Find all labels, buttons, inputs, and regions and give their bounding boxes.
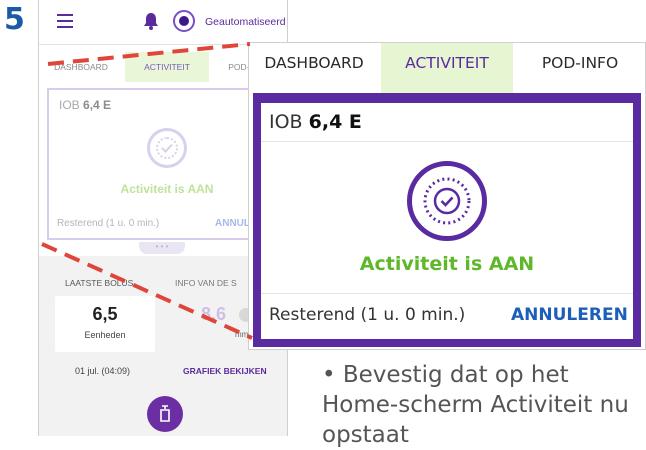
tab-dashboard[interactable]: DASHBOARD (39, 52, 123, 82)
bg-value: 8,6 (201, 304, 227, 324)
zoom-iob-value: 6,4 E (308, 111, 362, 133)
last-bolus-card: 6,5 Eenheden (55, 296, 155, 352)
zoom-activity-status: Activiteit is AAN (359, 253, 535, 275)
last-bolus-value: 6,5 (92, 304, 118, 324)
iob-label: IOB (59, 98, 80, 112)
zoom-tabs: DASHBOARD ACTIVITEIT POD-INFO (249, 43, 645, 93)
zoom-tab-pod-info[interactable]: POD-INFO (515, 43, 645, 93)
remaining-time: Resterend (1 u. 0 min.) (57, 218, 160, 229)
zoom-remaining-time: Resterend (1 u. 0 min.) (269, 305, 466, 325)
divider (261, 293, 633, 294)
bell-icon[interactable] (143, 12, 159, 30)
step-number: 5 (4, 2, 25, 37)
bolus-drop-icon (160, 405, 170, 422)
zoom-iob-row: IOB 6,4 E (261, 103, 633, 142)
zoom-tab-activiteit[interactable]: ACTIVITEIT (381, 43, 513, 93)
zoom-iob-readout: IOB 6,4 E (269, 111, 362, 133)
activity-icon-large (407, 161, 487, 241)
last-bolus-label: LAATSTE BOLUS (65, 278, 134, 288)
bg-info-label: INFO VAN DE S (175, 278, 237, 288)
phone-header: Geautomatiseerd (39, 0, 287, 45)
hamburger-menu-icon[interactable] (57, 14, 73, 28)
zoomed-callout: DASHBOARD ACTIVITEIT POD-INFO IOB 6,4 E … (248, 42, 646, 350)
pager-dots[interactable]: • • • (139, 242, 185, 254)
mode-label: Geautomatiseerd (205, 16, 286, 28)
view-graph-link[interactable]: GRAFIEK BEKIJKEN (183, 366, 267, 376)
bolus-button[interactable] (147, 396, 183, 432)
zoom-activity-card: IOB 6,4 E Activiteit is AAN Resterend (1… (261, 103, 633, 339)
zoom-activity-frame: IOB 6,4 E Activiteit is AAN Resterend (1… (253, 93, 641, 347)
tab-activiteit[interactable]: ACTIVITEIT (125, 52, 209, 82)
last-bolus-unit: Eenheden (84, 330, 126, 340)
zoom-iob-label: IOB (269, 111, 303, 133)
zoom-tab-dashboard[interactable]: DASHBOARD (249, 43, 379, 93)
instruction-text: • Bevestig dat op het Home-scherm Activi… (322, 362, 629, 448)
iob-readout: IOB 6,4 E (59, 98, 111, 112)
automated-mode-icon (173, 10, 195, 32)
last-bolus-date: 01 jul. (04:09) (75, 366, 131, 376)
activity-icon (147, 128, 187, 168)
zoom-cancel-button[interactable]: ANNULEREN (511, 305, 628, 325)
iob-value: 6,4 E (83, 98, 112, 112)
